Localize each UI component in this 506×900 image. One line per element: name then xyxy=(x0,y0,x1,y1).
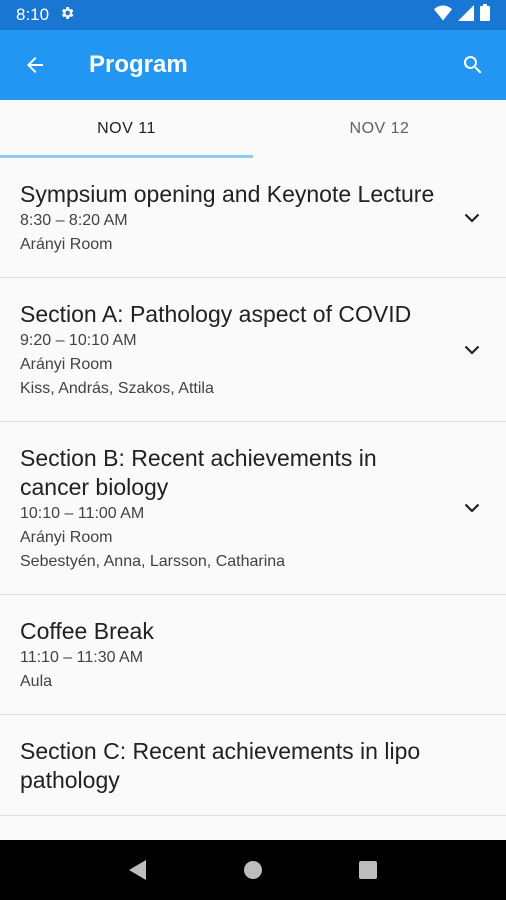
session-room: Arányi Room xyxy=(20,356,113,373)
session-time: 10:10 – 11:00 AM xyxy=(20,505,145,522)
session-title: Sympsium opening and Keynote Lecture xyxy=(20,181,435,207)
session-room: Arányi Room xyxy=(20,236,113,253)
chevron-down-icon[interactable] xyxy=(462,498,482,518)
status-time: 8:10 xyxy=(16,5,50,24)
session-time: 8:30 – 8:20 AM xyxy=(20,212,128,229)
tab-nov-12[interactable]: NOV 12 xyxy=(253,100,506,158)
list-item[interactable]: Sympsium opening and Keynote Lecture 8:3… xyxy=(0,158,506,278)
status-bar: 8:10 xyxy=(0,0,506,30)
page-title: Program xyxy=(89,51,188,78)
gear-icon xyxy=(59,5,75,26)
list-item[interactable]: Section B: Recent achievements in cancer… xyxy=(0,422,506,595)
session-list: Sympsium opening and Keynote Lecture 8:3… xyxy=(0,158,506,840)
search-icon[interactable] xyxy=(458,50,488,80)
session-time: 11:10 – 11:30 AM xyxy=(20,649,144,666)
session-speakers: Kiss, András, Szakos, Attila xyxy=(20,380,214,397)
nav-recents-icon[interactable] xyxy=(348,850,388,890)
session-speakers: Sebestyén, Anna, Larsson, Catharina xyxy=(20,553,286,570)
wifi-icon xyxy=(434,5,452,26)
list-item[interactable]: Section C: Recent achievements in lipo p… xyxy=(0,715,506,816)
nav-home-icon[interactable] xyxy=(233,850,273,890)
session-room: Aula xyxy=(20,673,53,690)
chevron-down-icon[interactable] xyxy=(462,208,482,228)
session-time: 9:20 – 10:10 AM xyxy=(20,332,137,349)
signal-icon xyxy=(458,4,474,26)
battery-icon xyxy=(480,4,490,26)
nav-back-icon[interactable] xyxy=(118,850,158,890)
session-title: Section B: Recent achievements in cancer… xyxy=(20,445,377,500)
session-title: Section C: Recent achievements in lipo p… xyxy=(20,738,421,793)
app-bar: Program xyxy=(0,30,506,100)
back-arrow-icon[interactable] xyxy=(18,48,52,82)
system-nav-bar xyxy=(0,840,506,900)
list-item[interactable]: Section A: Pathology aspect of COVID 9:2… xyxy=(0,278,506,422)
tab-nov-11[interactable]: NOV 11 xyxy=(0,100,253,158)
session-room: Arányi Room xyxy=(20,529,113,546)
session-title: Section A: Pathology aspect of COVID xyxy=(20,301,412,327)
list-item[interactable]: Coffee Break 11:10 – 11:30 AM Aula xyxy=(0,595,506,715)
session-title: Coffee Break xyxy=(20,618,154,644)
chevron-down-icon[interactable] xyxy=(462,340,482,360)
day-tabs: NOV 11 NOV 12 xyxy=(0,100,506,158)
